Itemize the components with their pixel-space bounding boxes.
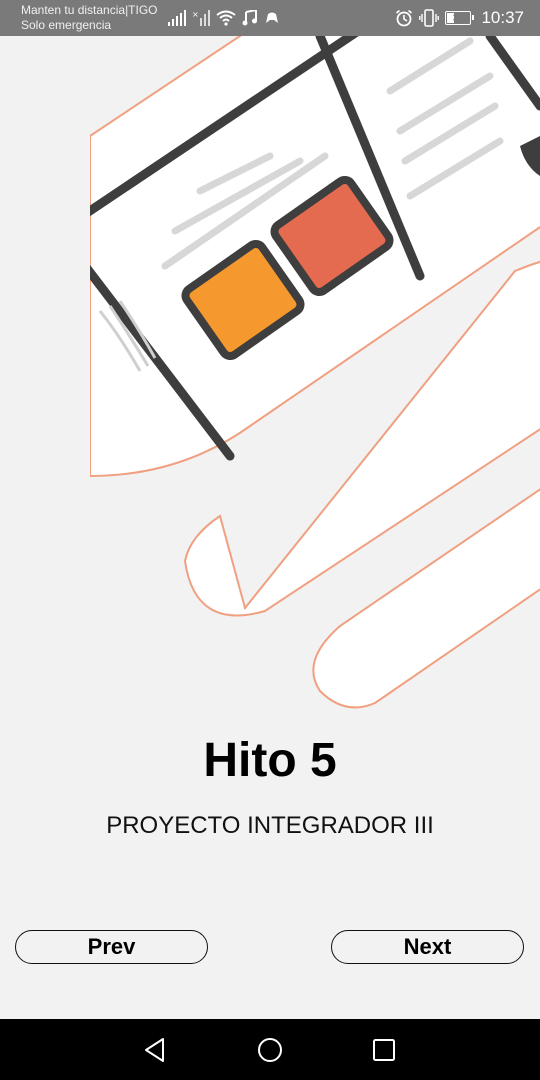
carrier-status: Solo emergencia	[21, 18, 112, 32]
signal-icon	[168, 10, 186, 26]
status-icons-left: ×	[168, 8, 280, 28]
battery-icon: 34	[445, 11, 475, 25]
battery-level: 34	[452, 12, 465, 24]
svg-text:×: ×	[192, 10, 199, 19]
vibrate-icon	[419, 9, 440, 27]
signal-off-icon: ×	[192, 10, 210, 26]
music-icon	[242, 10, 257, 26]
recents-button[interactable]	[369, 1035, 399, 1065]
alarm-icon	[396, 9, 413, 27]
status-bar: Manten tu distancia|TIGO Solo emergencia…	[0, 0, 540, 36]
status-icons-right: 34 10:37	[395, 6, 524, 30]
system-navigation-bar	[0, 1019, 540, 1080]
carrier-info: Manten tu distancia|TIGO Solo emergencia	[21, 3, 158, 33]
status-time: 10:37	[481, 8, 524, 27]
home-button[interactable]	[255, 1035, 285, 1065]
wifi-icon	[216, 10, 236, 26]
back-button[interactable]	[140, 1035, 170, 1065]
game-icon	[266, 12, 278, 23]
page-title: Hito 5	[203, 734, 337, 787]
hero-illustration	[90, 36, 540, 709]
page-subtitle: PROYECTO INTEGRADOR III	[106, 812, 434, 839]
next-button[interactable]: Next	[331, 930, 524, 964]
recents-icon	[373, 1039, 395, 1061]
carrier-name: Manten tu distancia|TIGO	[21, 3, 158, 17]
back-icon	[145, 1038, 164, 1062]
home-icon	[258, 1038, 282, 1062]
prev-button[interactable]: Prev	[15, 930, 208, 964]
